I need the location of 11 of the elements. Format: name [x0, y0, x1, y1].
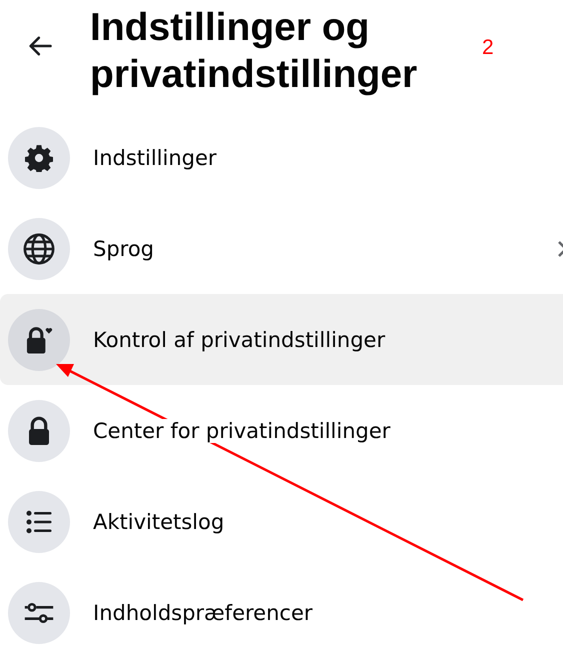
item-label: Center for privatindstillinger [93, 418, 390, 442]
settings-item[interactable]: Indstillinger [0, 112, 563, 203]
settings-item[interactable]: Center for privatindstillinger [0, 385, 563, 476]
settings-item[interactable]: Sprog [0, 203, 563, 294]
page-title: Indstillinger og privatindstillinger [90, 5, 418, 98]
settings-item[interactable]: Aktivitetslog [0, 476, 563, 567]
globe-icon [22, 232, 56, 266]
gear-icon [25, 144, 53, 172]
annotation-number: 2 [482, 36, 494, 60]
settings-item[interactable]: Kontrol af privatindstillinger [0, 294, 563, 385]
settings-item[interactable]: Indholdspræferencer [0, 567, 563, 658]
